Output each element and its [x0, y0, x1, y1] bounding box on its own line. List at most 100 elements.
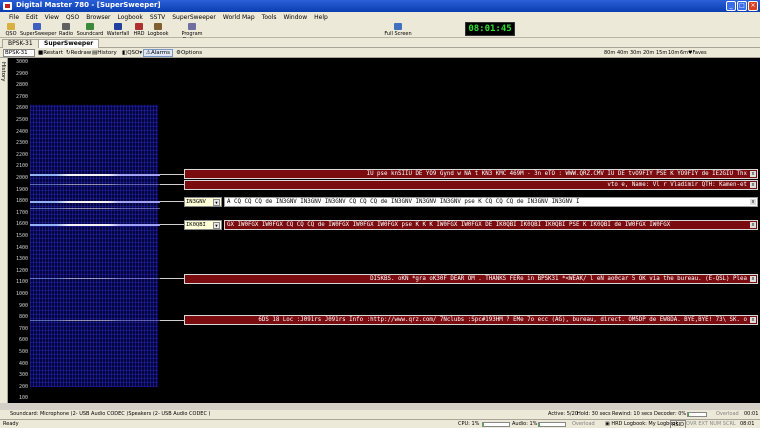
zoom-40m[interactable]: 40m — [617, 48, 628, 58]
close-icon[interactable]: x — [750, 276, 756, 282]
decoded-message[interactable]: IU pse knSIIU DE YO9 Gynd w NA t KN3 KMC… — [184, 169, 758, 179]
decoded-message[interactable]: GX IW0FGX IW0FGX CQ CQ CQ de IW0FGX IW0F… — [224, 220, 758, 230]
callsign: IK0QBI — [186, 222, 206, 228]
logbook-button[interactable]: Logbook — [147, 23, 169, 37]
frequency-tick-label: 2300 — [15, 140, 28, 147]
options-button[interactable]: ⚙Options — [176, 48, 202, 58]
zoom-10m[interactable]: 10m — [668, 48, 679, 58]
audio-level: Audio: 1% — [512, 421, 538, 427]
signal-trace — [30, 224, 160, 226]
decoded-message[interactable]: 6DS 18 Loc :J091rs J091rs Info :http://w… — [184, 315, 758, 325]
supersweeper-label: SuperSweeper — [20, 31, 57, 37]
supersweeper-icon — [33, 23, 41, 30]
decoded-message[interactable]: DI5KBS. oKN *gra oK30F DEAR OM . THANKS … — [184, 274, 758, 284]
menu-edit[interactable]: Edit — [23, 12, 42, 22]
decoder-meter — [687, 412, 707, 417]
minimize-button[interactable]: _ — [726, 1, 736, 11]
tab-bpsk31[interactable]: BPSK-31 — [2, 39, 39, 48]
program-options-button[interactable]: Program Options — [172, 23, 212, 43]
overload-indicator-2: Overload — [572, 421, 595, 427]
zoom-30m[interactable]: 30m — [630, 48, 641, 58]
menu-browser[interactable]: Browser — [83, 12, 114, 22]
soundcard-icon — [86, 23, 94, 30]
fullscreen-icon — [394, 23, 402, 30]
decoded-message[interactable]: A CQ CQ CQ de IN3GNV IN3GNV IN3GNV CQ CQ… — [224, 197, 758, 207]
restart-label: Restart — [43, 50, 63, 56]
frequency-tick-label: 1900 — [15, 186, 28, 193]
close-icon[interactable]: x — [750, 317, 756, 323]
frequency-tick-label: 200 — [18, 383, 28, 390]
logbook-label: Logbook — [147, 31, 169, 37]
main-toolbar: QSO SuperSweeper Radio Soundcard Waterfa… — [0, 22, 760, 43]
callsign-box[interactable]: IN3GNV ▼ — [184, 197, 222, 207]
message-text: A CQ CQ CQ de IN3GNV IN3GNV IN3GNV CQ CQ… — [227, 199, 580, 205]
qso-button[interactable]: QSO — [4, 23, 18, 37]
zoom-80m[interactable]: 80m — [604, 48, 615, 58]
restart-button[interactable]: ■Restart — [38, 48, 63, 58]
history-label: History — [97, 50, 117, 56]
overload-indicator: Overload — [716, 411, 739, 417]
waterfall-button[interactable]: Waterfall — [106, 23, 130, 37]
menu-world-map[interactable]: World Map — [220, 12, 259, 22]
window-title: Digital Master 780 - [SuperSweeper] — [16, 1, 161, 9]
active-count: Active: 5/20 — [548, 411, 578, 417]
frequency-tick-label: 3000 — [15, 59, 28, 65]
faves-button[interactable]: ♥Faves — [688, 48, 707, 58]
menu-supersweeper[interactable]: SuperSweeper — [169, 12, 220, 22]
signal-trace — [30, 320, 160, 321]
menu-qso[interactable]: QSO — [63, 12, 83, 22]
frequency-tick-label: 1800 — [15, 198, 28, 205]
faves-label: Faves — [692, 50, 707, 56]
chevron-down-icon[interactable]: ▼ — [213, 222, 220, 229]
soundcard-button[interactable]: Soundcard — [76, 23, 104, 37]
frequency-tick-label: 300 — [18, 372, 28, 379]
qso-menu-button[interactable]: ◧QSO▾ — [122, 48, 142, 58]
menu-tools[interactable]: Tools — [259, 12, 281, 22]
waterfall-display[interactable]: IU pse knSIIU DE YO9 Gynd w NA t KN3 KMC… — [30, 58, 760, 403]
frequency-tick-label: 400 — [18, 360, 28, 367]
close-icon[interactable]: x — [750, 222, 756, 228]
alarms-button[interactable]: ⚠Alarms — [143, 49, 173, 57]
menu-sstv[interactable]: SSTV — [147, 12, 169, 22]
signal-trace — [30, 278, 160, 279]
cpu-meter — [482, 422, 510, 427]
callsign: IN3GNV — [186, 199, 206, 205]
menu-window[interactable]: Window — [280, 12, 311, 22]
maximize-button[interactable]: □ — [737, 1, 747, 11]
close-button[interactable]: × — [748, 1, 758, 11]
hrd-button[interactable]: HRD — [133, 23, 145, 37]
zoom-6m[interactable]: 6m — [680, 48, 688, 58]
decoded-message[interactable]: vto e, Name: Vl r Vladimir QTH: Kamen-et… — [184, 180, 758, 190]
callsign-box[interactable]: IK0QBI ▼ — [184, 220, 222, 230]
fullscreen-button[interactable]: Full Screen — [384, 23, 412, 37]
radio-button[interactable]: Radio — [58, 23, 74, 37]
mode-select[interactable]: BPSK-31 — [3, 49, 35, 57]
menu-file[interactable]: File — [6, 12, 23, 22]
menu-help[interactable]: Help — [311, 12, 332, 22]
rsid-indicator[interactable]: RSID — [670, 420, 686, 428]
ready-status: Ready — [3, 421, 19, 427]
chevron-down-icon: ▾ — [139, 50, 143, 56]
hrd-logbook-status[interactable]: ▣ HRD Logbook: My Logbook — [605, 420, 678, 428]
close-icon[interactable]: x — [750, 182, 756, 188]
zoom-20m[interactable]: 20m — [643, 48, 654, 58]
close-icon[interactable]: x — [750, 199, 756, 205]
redraw-button[interactable]: ↻Redraw — [66, 48, 91, 58]
menu-logbook[interactable]: Logbook — [115, 12, 147, 22]
cpu-usage: CPU: 1% — [458, 421, 480, 427]
rewind-time: Rewind: 10 secs — [612, 411, 653, 417]
menu-view[interactable]: View — [42, 12, 63, 22]
frequency-tick-label: 800 — [18, 314, 28, 321]
tab-supersweeper[interactable]: SuperSweeper — [38, 39, 100, 48]
history-button[interactable]: ▤History — [92, 48, 117, 58]
spectrogram — [30, 105, 158, 387]
mode-select-value: BPSK-31 — [5, 50, 28, 56]
close-icon[interactable]: x — [750, 171, 756, 177]
cpu-meter-fill — [483, 423, 485, 426]
supersweeper-button[interactable]: SuperSweeper — [20, 23, 57, 37]
hold-time: Hold: 30 secs — [577, 411, 611, 417]
history-side-tab[interactable]: History — [0, 58, 8, 403]
zoom-15m[interactable]: 15m — [656, 48, 667, 58]
status-time: 08:01 — [740, 421, 755, 427]
chevron-down-icon[interactable]: ▼ — [213, 199, 220, 206]
